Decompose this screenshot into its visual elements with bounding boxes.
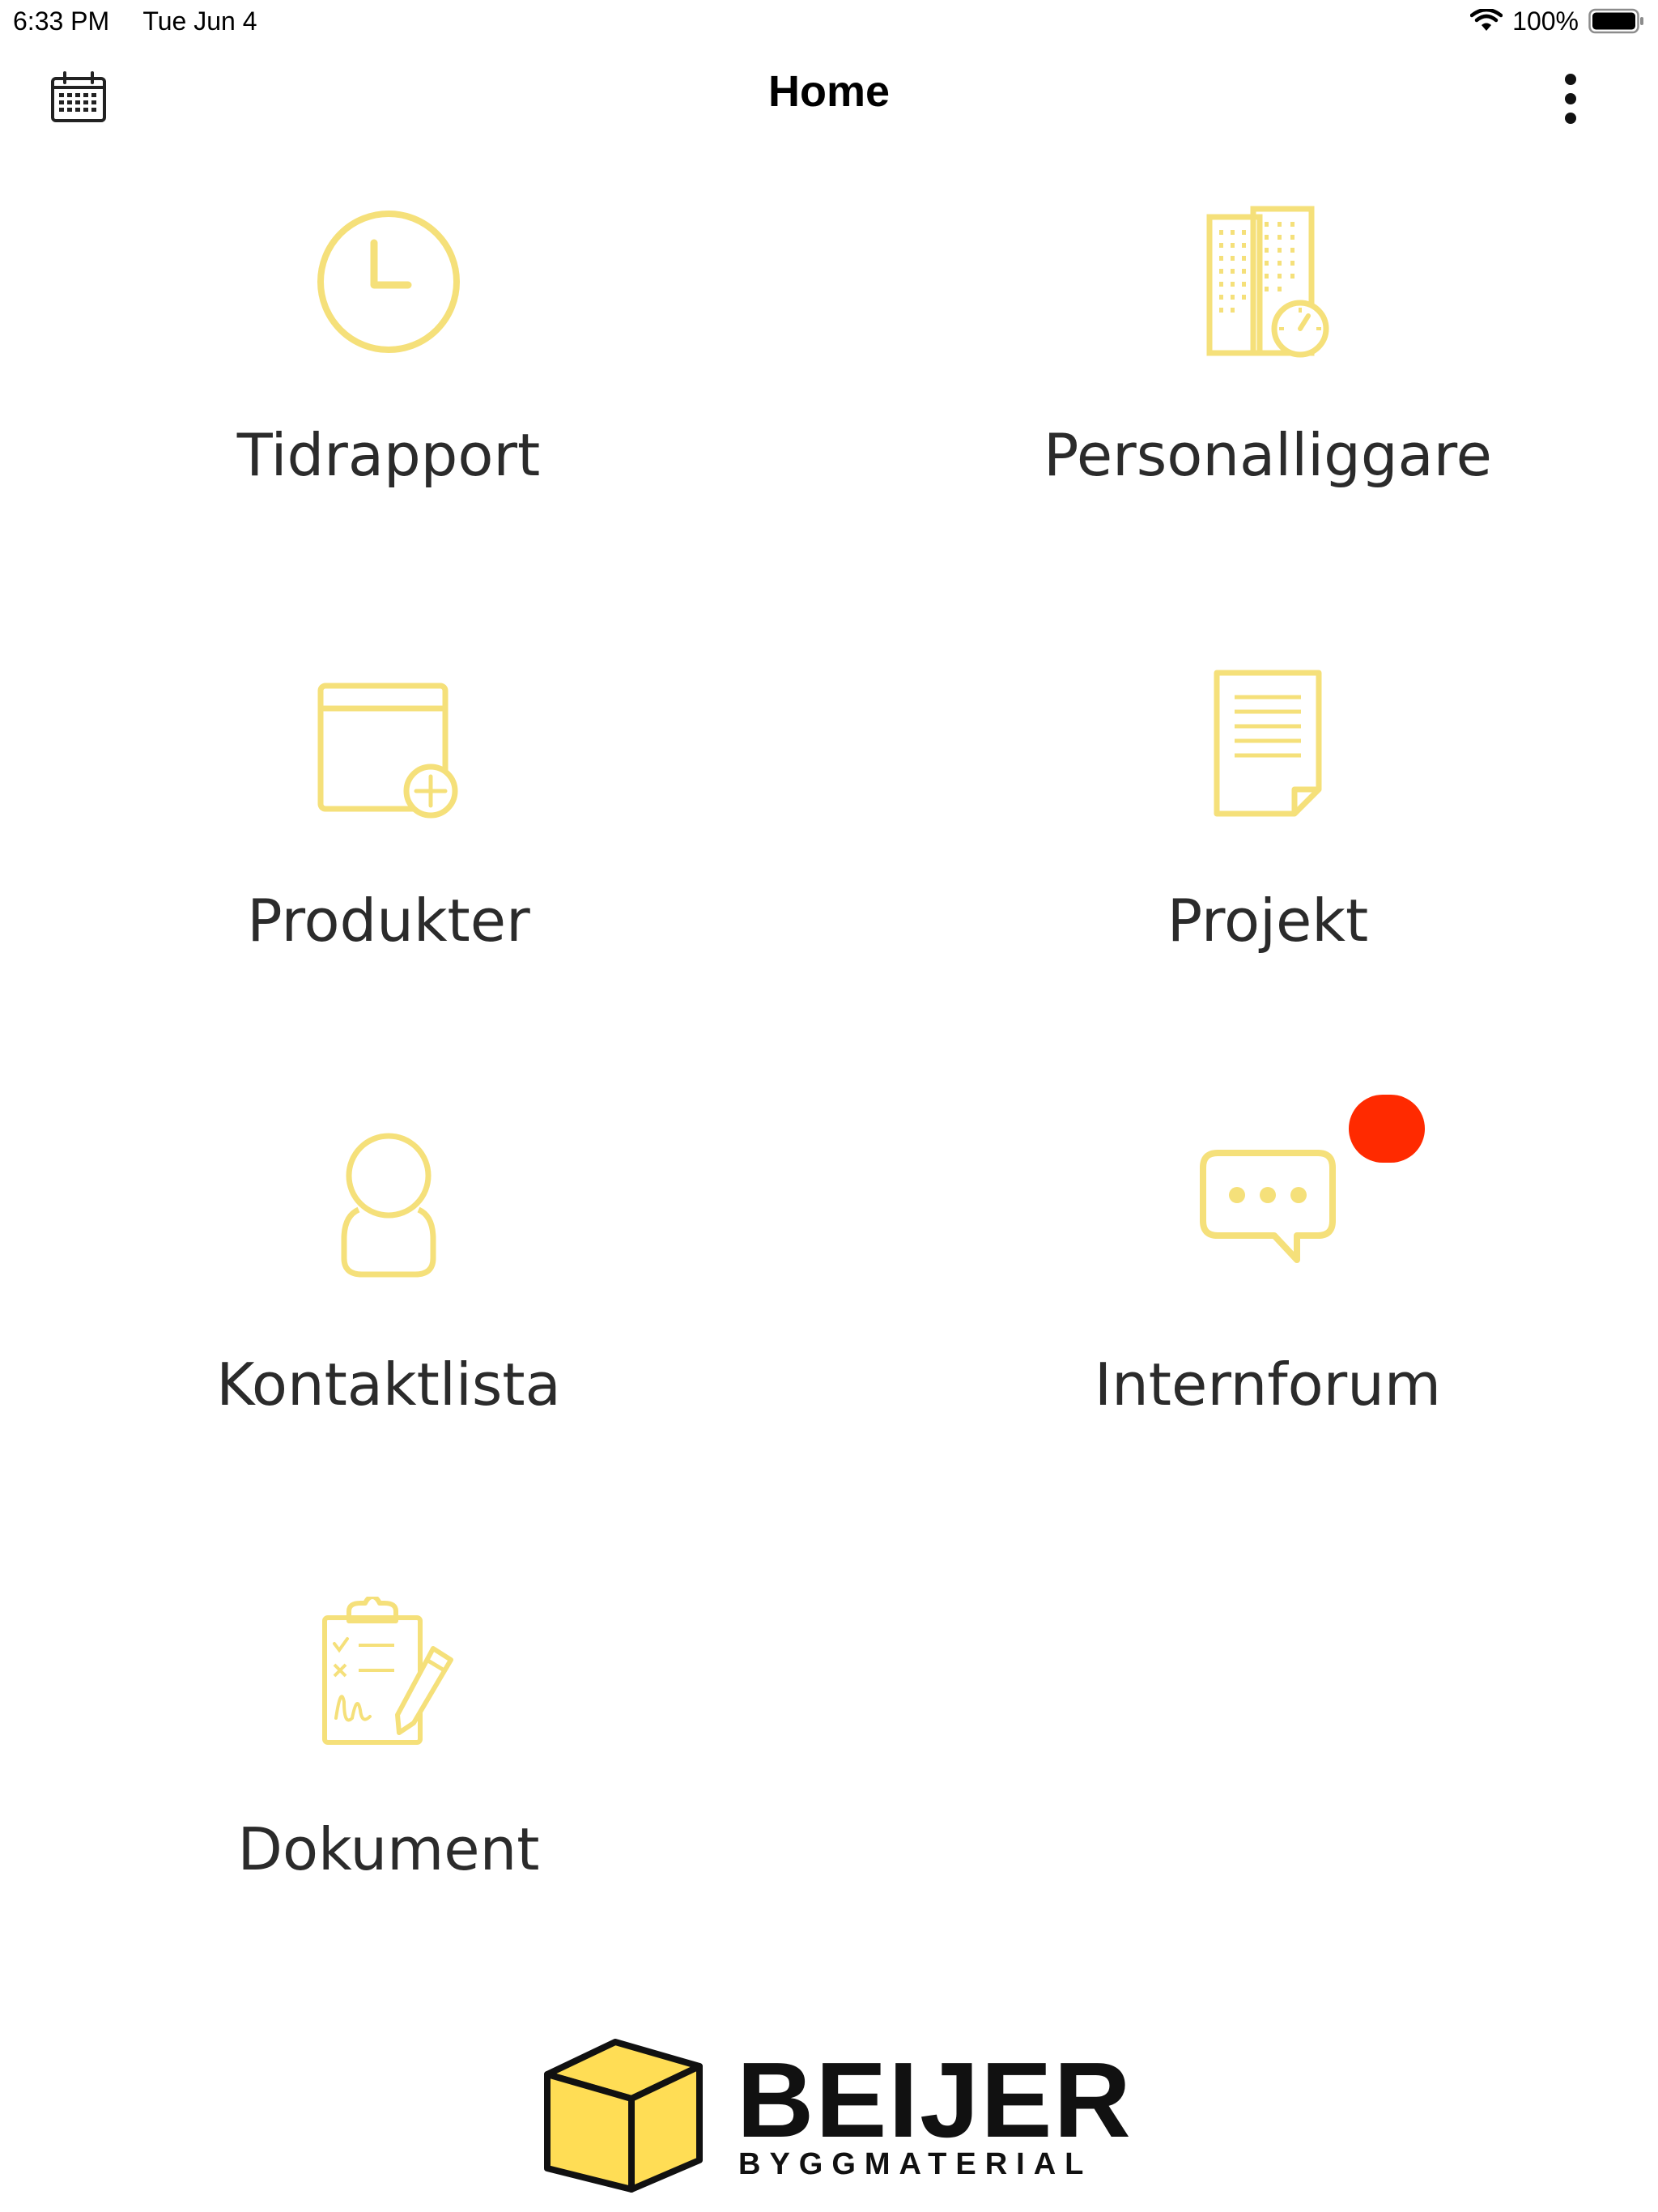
notification-badge xyxy=(1349,1095,1425,1163)
tile-label-personalliggare: Personalliggare xyxy=(1044,421,1492,489)
status-date: Tue Jun 4 xyxy=(142,6,257,36)
page-title: Home xyxy=(767,67,891,116)
beijer-logo: BEIJER BYGGMATERIAL xyxy=(542,2039,1131,2193)
battery-icon xyxy=(1588,8,1643,34)
tile-kontaktlista[interactable]: Kontaktlista xyxy=(65,1132,712,1472)
tile-icon-area xyxy=(65,1132,712,1310)
tile-dokument[interactable]: Dokument xyxy=(65,1597,712,1937)
cube-logo-icon xyxy=(544,2039,703,2193)
tile-label-projekt: Projekt xyxy=(1167,887,1369,955)
tile-produkter[interactable]: Produkter xyxy=(65,668,712,1008)
logo-tagline: BYGGMATERIAL xyxy=(738,2147,1093,2181)
clipboard-sign-icon xyxy=(322,1597,453,1745)
tile-icon-area xyxy=(944,1132,1592,1310)
window-add-icon xyxy=(317,683,458,819)
more-vertical-icon xyxy=(1565,74,1576,124)
battery-percent: 100% xyxy=(1512,6,1579,36)
status-bar: 6:33 PM Tue Jun 4 100% xyxy=(0,0,1658,42)
document-icon xyxy=(1214,670,1322,817)
clock-icon xyxy=(317,211,460,353)
tile-tidrapport[interactable]: Tidrapport xyxy=(65,202,712,542)
tile-icon-area xyxy=(944,668,1592,846)
status-time: 6:33 PM xyxy=(13,6,110,36)
tile-personalliggare[interactable]: Personalliggare xyxy=(944,202,1592,542)
chat-bubble-icon xyxy=(1200,1150,1336,1263)
tile-projekt[interactable]: Projekt xyxy=(944,668,1592,1008)
nav-bar: Home xyxy=(0,42,1658,151)
app-root: 6:33 PM Tue Jun 4 100% Home Tidrapport P… xyxy=(0,0,1658,2212)
tile-internforum[interactable]: Internforum xyxy=(944,1095,1592,1472)
logo-wordmark: BEIJER xyxy=(737,2040,1133,2159)
status-time-date: 6:33 PM Tue Jun 4 xyxy=(13,6,257,36)
wifi-icon xyxy=(1470,9,1503,31)
tile-icon-area xyxy=(944,202,1592,381)
building-timer-icon xyxy=(1206,206,1329,358)
tile-label-produkter: Produkter xyxy=(247,887,530,955)
tile-label-internforum: Internforum xyxy=(1094,1351,1442,1419)
tile-label-tidrapport: Tidrapport xyxy=(236,421,541,489)
status-indicators: 100% xyxy=(1470,5,1645,37)
tile-icon-area xyxy=(65,1597,712,1775)
tile-label-kontaktlista: Kontaktlista xyxy=(216,1351,561,1419)
person-icon xyxy=(341,1133,436,1278)
tile-icon-area xyxy=(65,668,712,846)
tile-label-dokument: Dokument xyxy=(237,1815,540,1883)
more-options-button[interactable] xyxy=(1548,71,1593,130)
tile-icon-area xyxy=(65,202,712,381)
